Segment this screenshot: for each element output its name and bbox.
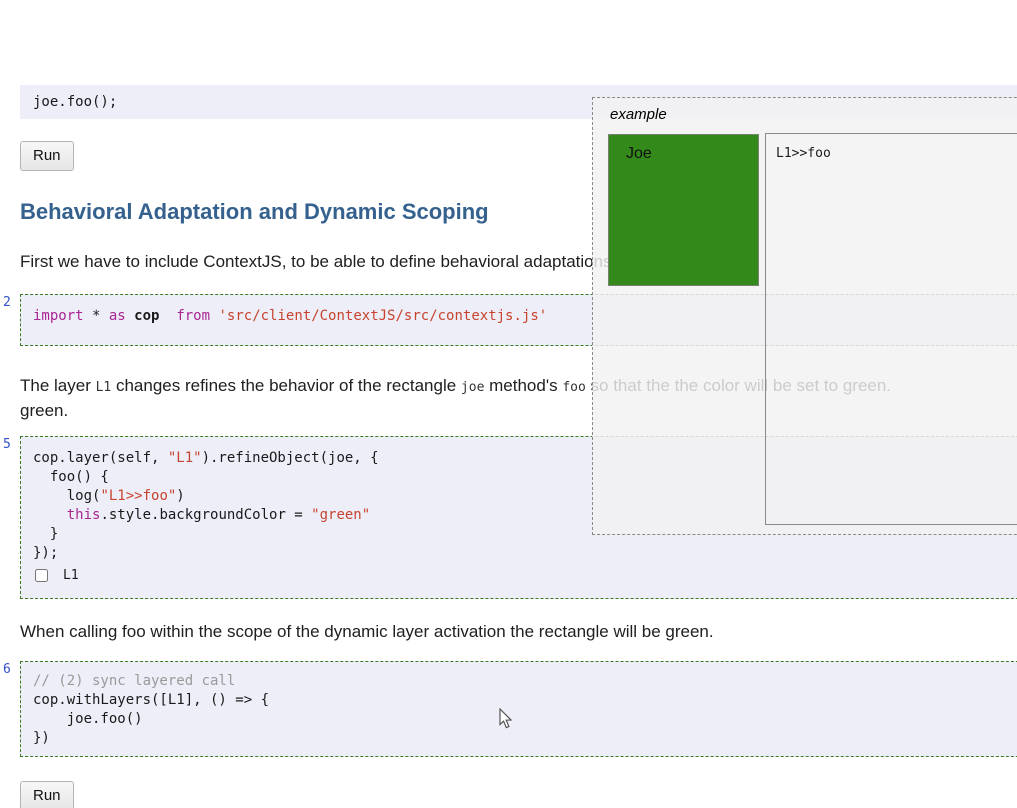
mouse-cursor-icon xyxy=(499,708,513,729)
code-token: as xyxy=(108,308,126,324)
code-token: ) xyxy=(176,488,185,504)
code-token: this xyxy=(66,507,101,523)
code-token: ).refineObject(joe, { xyxy=(201,450,379,466)
code-token: }); xyxy=(33,545,59,561)
code-token: cop xyxy=(134,308,160,324)
code-token: "L1" xyxy=(167,450,202,466)
code-token: foo() { xyxy=(33,469,109,485)
inline-code: joe xyxy=(460,380,485,395)
log-output-pane[interactable]: L1>>foo xyxy=(765,133,1017,525)
code-token: }) xyxy=(33,730,50,746)
paragraph-text: When calling foo within the scope of the… xyxy=(20,622,714,641)
code-token: .style.backgroundColor = xyxy=(100,507,312,523)
code-token: cop.withLayers([L1], () => { xyxy=(33,692,270,708)
log-output-text: L1>>foo xyxy=(776,146,831,161)
paragraph-text: The layer xyxy=(20,376,96,395)
cell-number: 2 xyxy=(3,295,11,310)
code-token: 'src/client/ContextJS/src/contextjs.js' xyxy=(218,308,548,324)
paragraph-text: green. xyxy=(20,401,69,420)
cell-number: 6 xyxy=(3,662,11,677)
example-pane-title: example xyxy=(610,106,667,123)
inline-code: foo xyxy=(562,380,586,395)
code-token: joe.foo() xyxy=(33,711,143,727)
paragraph-withlayers-description: When calling foo within the scope of the… xyxy=(20,620,1017,643)
layer-checkbox-label: L1 xyxy=(63,568,79,583)
run-button-top[interactable]: Run xyxy=(20,141,74,171)
layer-checkbox[interactable] xyxy=(35,569,48,582)
joe-rectangle-label: Joe xyxy=(626,145,652,162)
example-pane[interactable]: example Joe L1>>foo xyxy=(592,97,1017,535)
joe-rectangle[interactable]: Joe xyxy=(608,134,759,286)
code-token: cop.layer(self, xyxy=(33,450,168,466)
code-token: // (2) sync layered call xyxy=(33,673,236,689)
code-token: * xyxy=(83,308,109,324)
paragraph-text: method's xyxy=(484,376,563,395)
code-token: import xyxy=(33,308,84,324)
code-token: log( xyxy=(33,488,101,504)
code-cell-withlayers: 6 // (2) sync layered call cop.withLayers(… xyxy=(3,661,1017,757)
code-token: "L1>>foo" xyxy=(100,488,177,504)
layer-toggle-row: L1 xyxy=(33,565,1017,586)
run-button-bottom[interactable]: Run xyxy=(20,781,74,808)
code-token: joe.foo(); xyxy=(33,94,118,110)
inline-code: L1 xyxy=(95,380,112,395)
code-token: } xyxy=(33,526,59,542)
cell-number: 5 xyxy=(3,437,11,452)
paragraph-text: changes refines the behavior of the rect… xyxy=(111,376,461,395)
code-token: "green" xyxy=(311,507,371,523)
code-token: from xyxy=(176,308,211,324)
code-editor[interactable]: // (2) sync layered call cop.withLayers([… xyxy=(20,661,1017,757)
